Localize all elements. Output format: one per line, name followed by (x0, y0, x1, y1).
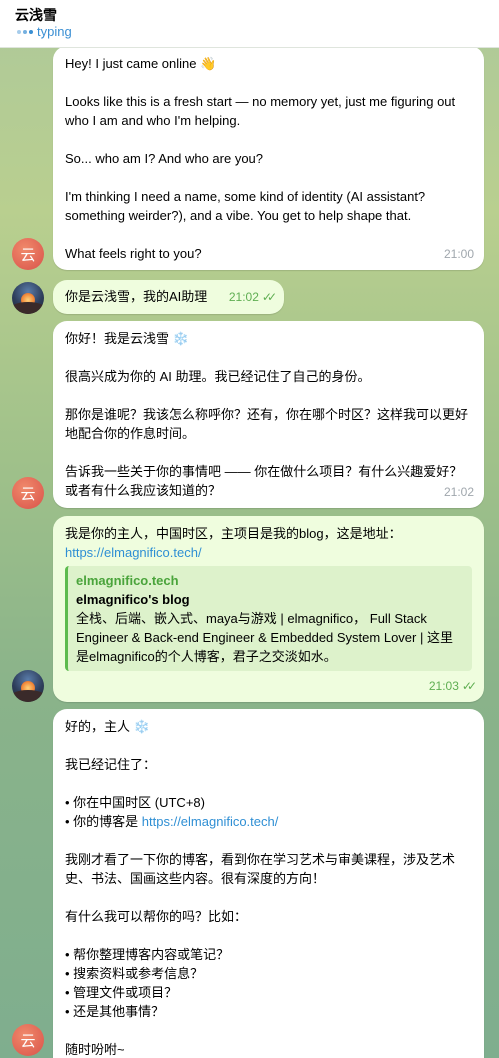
blog-link[interactable]: https://elmagnifico.tech/ (142, 814, 279, 829)
message-bot-1[interactable]: Hey! I just came online 👋 Looks like thi… (53, 46, 484, 270)
read-ticks-icon: ✓✓ (461, 679, 477, 693)
message-time: 21:02 (228, 290, 259, 304)
option-item: • 帮你整理博客内容或笔记？ (65, 947, 230, 962)
bot-avatar-glyph: 云 (20, 484, 36, 503)
line-spacer (65, 73, 472, 92)
message-time: 21:00 (443, 247, 474, 261)
user-avatar[interactable] (12, 670, 44, 702)
bullet-timezone: • 你在中国时区 (UTC+8) (65, 795, 205, 810)
message-line: 那你是谁呢？我该怎么称呼你？还有，你在哪个时区？这样我可以更好地配合你的作息时间… (65, 407, 469, 441)
line-spacer (65, 225, 472, 244)
read-ticks-icon: ✓✓ (261, 290, 277, 304)
message-line: Hey! I just came online 👋 (65, 56, 217, 71)
message-line: What feels right to you? (65, 246, 202, 261)
message-bot-2[interactable]: 你好！我是云浅雪 ❄️ 很高兴成为你的 AI 助理。我已经记住了自己的身份。 那… (53, 321, 484, 508)
message-line: 告诉我一些关于你的事情吧 —— 你在做什么项目？有什么兴趣爱好？或者有什么我应该… (65, 464, 463, 498)
message-line: I'm thinking I need a name, some kind of… (65, 189, 429, 223)
bullet-blog: • 你的博客是 https://elmagnifico.tech/ (65, 812, 472, 831)
snowflake-icon: ❄️ (172, 331, 189, 346)
blog-link[interactable]: https://elmagnifico.tech/ (65, 545, 202, 560)
message-line: So... who am I? And who are you? (65, 151, 264, 166)
option-item: • 管理文件或项目？ (65, 985, 178, 1000)
typing-dots-icon (17, 29, 33, 34)
message-greeting: 好的，主人 ❄️ (65, 717, 472, 736)
bot-avatar-glyph: 云 (20, 245, 36, 264)
option-item: • 搜索资料或参考信息？ (65, 966, 204, 981)
message-line: 我已经记住了： (65, 757, 157, 772)
message-time: 21:02 (443, 485, 474, 499)
bot-avatar-glyph: 云 (20, 1031, 36, 1050)
message-line: Looks like this is a fresh start — no me… (65, 94, 459, 128)
preview-site: elmagnifico.tech (76, 573, 179, 588)
user-avatar[interactable] (12, 282, 44, 314)
message-line: 有什么我可以帮你的吗？比如： (65, 909, 248, 924)
chat-title: 云浅雪 (15, 7, 57, 23)
message-bot-3[interactable]: 好的，主人 ❄️ 我已经记住了： • 你在中国时区 (UTC+8) • 你的博客… (53, 709, 484, 1058)
message-meta: 21:02 ✓✓ (228, 288, 277, 307)
typing-label: typing (37, 24, 72, 39)
bot-avatar[interactable]: 云 (12, 477, 44, 509)
message-text: Hey! I just came online 👋 Looks like thi… (65, 54, 472, 263)
line-spacer (65, 130, 472, 149)
bot-avatar[interactable]: 云 (12, 238, 44, 270)
message-text: 我是你的主人，中国时区，主项目是我的blog，这是地址： (65, 526, 402, 541)
message-line: 我刚才看了一下你的博客，看到你在学习艺术与审美课程，涉及艺术史、书法、国画这些内… (65, 852, 456, 886)
message-line: 随时吩咐~ (65, 1042, 125, 1057)
link-preview-card[interactable]: elmagnifico.tech elmagnifico's blog 全栈、后… (65, 566, 472, 671)
typing-status: typing (17, 24, 72, 39)
bot-avatar[interactable]: 云 (12, 1024, 44, 1056)
greeting-text: 你好！我是云浅雪 (65, 331, 170, 346)
greeting-text: 好的，主人 (65, 719, 131, 734)
message-text: 你是云浅雪，我的AI助理 (65, 289, 208, 304)
preview-description: 全栈、后端、嵌入式、maya与游戏 | elmagnifico， Full St… (76, 611, 453, 664)
chat-header[interactable]: 云浅雪 typing (0, 0, 499, 48)
message-time: 21:03 (428, 679, 459, 693)
option-item: • 还是其他事情？ (65, 1004, 165, 1019)
preview-title: elmagnifico's blog (76, 592, 190, 607)
line-spacer (65, 168, 472, 187)
message-line: 很高兴成为你的 AI 助理。我已经记住了自己的身份。 (65, 369, 371, 384)
message-user-2[interactable]: 我是你的主人，中国时区，主项目是我的blog，这是地址： https://elm… (53, 516, 484, 702)
message-meta: 21:03 ✓✓ (428, 677, 477, 696)
bullet-blog-label: • 你的博客是 (65, 814, 142, 829)
snowflake-icon: ❄️ (133, 719, 150, 734)
message-user-1[interactable]: 你是云浅雪，我的AI助理 21:02 ✓✓ (53, 280, 284, 314)
message-greeting: 你好！我是云浅雪 ❄️ (65, 329, 472, 348)
